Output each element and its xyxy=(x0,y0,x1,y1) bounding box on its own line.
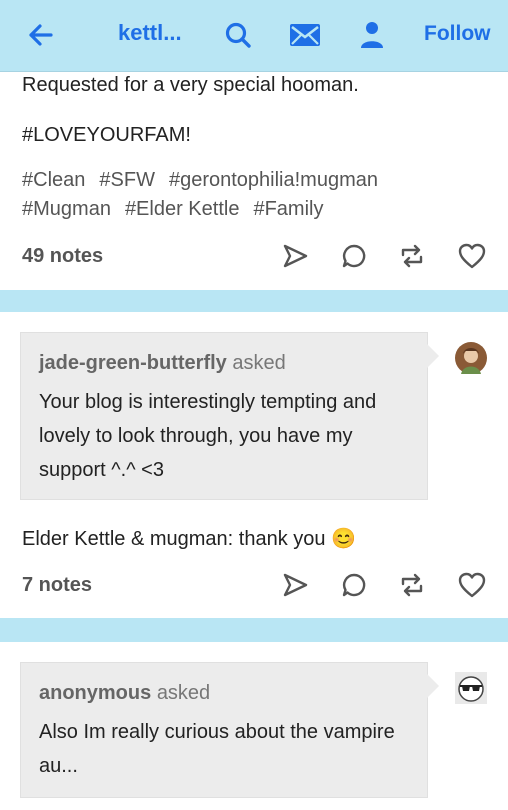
tag-row: #Clean #SFW #gerontophilia!mugman xyxy=(22,166,392,195)
reblog-icon xyxy=(401,244,423,268)
reblog-button[interactable] xyxy=(394,567,430,603)
follow-button[interactable]: Follow xyxy=(424,22,491,46)
tag[interactable]: #SFW xyxy=(99,169,155,191)
heart-icon xyxy=(458,243,486,269)
asker-line: anonymous asked xyxy=(39,682,210,705)
asked-label: asked xyxy=(156,682,211,704)
ask-box: jade-green-butterfly asked Your blog is … xyxy=(20,332,439,500)
post-text: Requested for a very special hooman. xyxy=(22,74,359,96)
post-2: jade-green-butterfly asked Your blog is … xyxy=(0,312,508,618)
share-icon xyxy=(283,244,308,268)
heart-icon xyxy=(458,572,486,598)
account-button[interactable] xyxy=(356,0,388,70)
share-button[interactable] xyxy=(277,567,313,603)
ask-question: Also Im really curious about the vampire… xyxy=(39,721,395,777)
tag[interactable]: #Mugman xyxy=(22,198,111,220)
reply-icon xyxy=(342,244,366,268)
post-actions xyxy=(0,567,508,607)
asker-name[interactable]: anonymous xyxy=(39,682,151,704)
asker-avatar[interactable] xyxy=(455,342,487,374)
like-button[interactable] xyxy=(454,238,490,274)
ask-box-pointer xyxy=(427,344,439,368)
reply-button[interactable] xyxy=(336,567,372,603)
asked-label: asked xyxy=(232,352,286,374)
anonymous-avatar[interactable] xyxy=(455,672,487,704)
post-separator xyxy=(0,290,508,312)
ask-box-pointer xyxy=(427,674,439,698)
reply-icon xyxy=(342,573,366,597)
back-arrow-icon xyxy=(29,24,53,46)
asker-line: jade-green-butterfly asked xyxy=(39,352,286,375)
mail-icon xyxy=(290,24,320,46)
share-button[interactable] xyxy=(277,238,313,274)
tag[interactable]: #Elder Kettle xyxy=(125,198,240,220)
top-bar: kettl... Follow xyxy=(0,0,508,72)
avatar-image xyxy=(455,342,487,374)
anonymous-sunglasses-icon xyxy=(455,672,487,704)
tag[interactable]: #gerontophilia!mugman xyxy=(169,169,378,191)
post-actions xyxy=(0,238,508,278)
back-button[interactable] xyxy=(22,0,58,70)
ask-box: anonymous asked Also Im really curious a… xyxy=(20,662,439,798)
blog-name[interactable]: kettl... xyxy=(118,20,182,46)
smile-emoji-icon: 😊 xyxy=(331,528,356,550)
reply-button[interactable] xyxy=(336,238,372,274)
share-icon xyxy=(283,573,308,597)
tag-row: #Mugman #Elder Kettle #Family xyxy=(22,195,392,224)
messages-button[interactable] xyxy=(286,0,324,70)
tag[interactable]: #Clean xyxy=(22,169,85,191)
post-text-hashtag: #LOVEYOURFAM! xyxy=(22,124,191,146)
post-separator xyxy=(0,618,508,642)
post-3: anonymous asked Also Im really curious a… xyxy=(0,642,508,810)
tag[interactable]: #Family xyxy=(253,198,323,220)
answer-text: Elder Kettle & mugman: thank you 😊 xyxy=(22,526,356,551)
ask-question: Your blog is interestingly tempting and … xyxy=(39,391,377,481)
search-icon xyxy=(225,22,251,48)
like-button[interactable] xyxy=(454,567,490,603)
post-1: Requested for a very special hooman. #LO… xyxy=(0,72,508,290)
reblog-button[interactable] xyxy=(394,238,430,274)
account-icon xyxy=(361,22,383,48)
reblog-icon xyxy=(401,573,423,597)
tag-list: #Clean #SFW #gerontophilia!mugman #Mugman #… xyxy=(22,166,392,224)
asker-name[interactable]: jade-green-butterfly xyxy=(39,352,227,374)
answer-body: Elder Kettle & mugman: thank you xyxy=(22,528,326,550)
search-button[interactable] xyxy=(220,0,256,70)
